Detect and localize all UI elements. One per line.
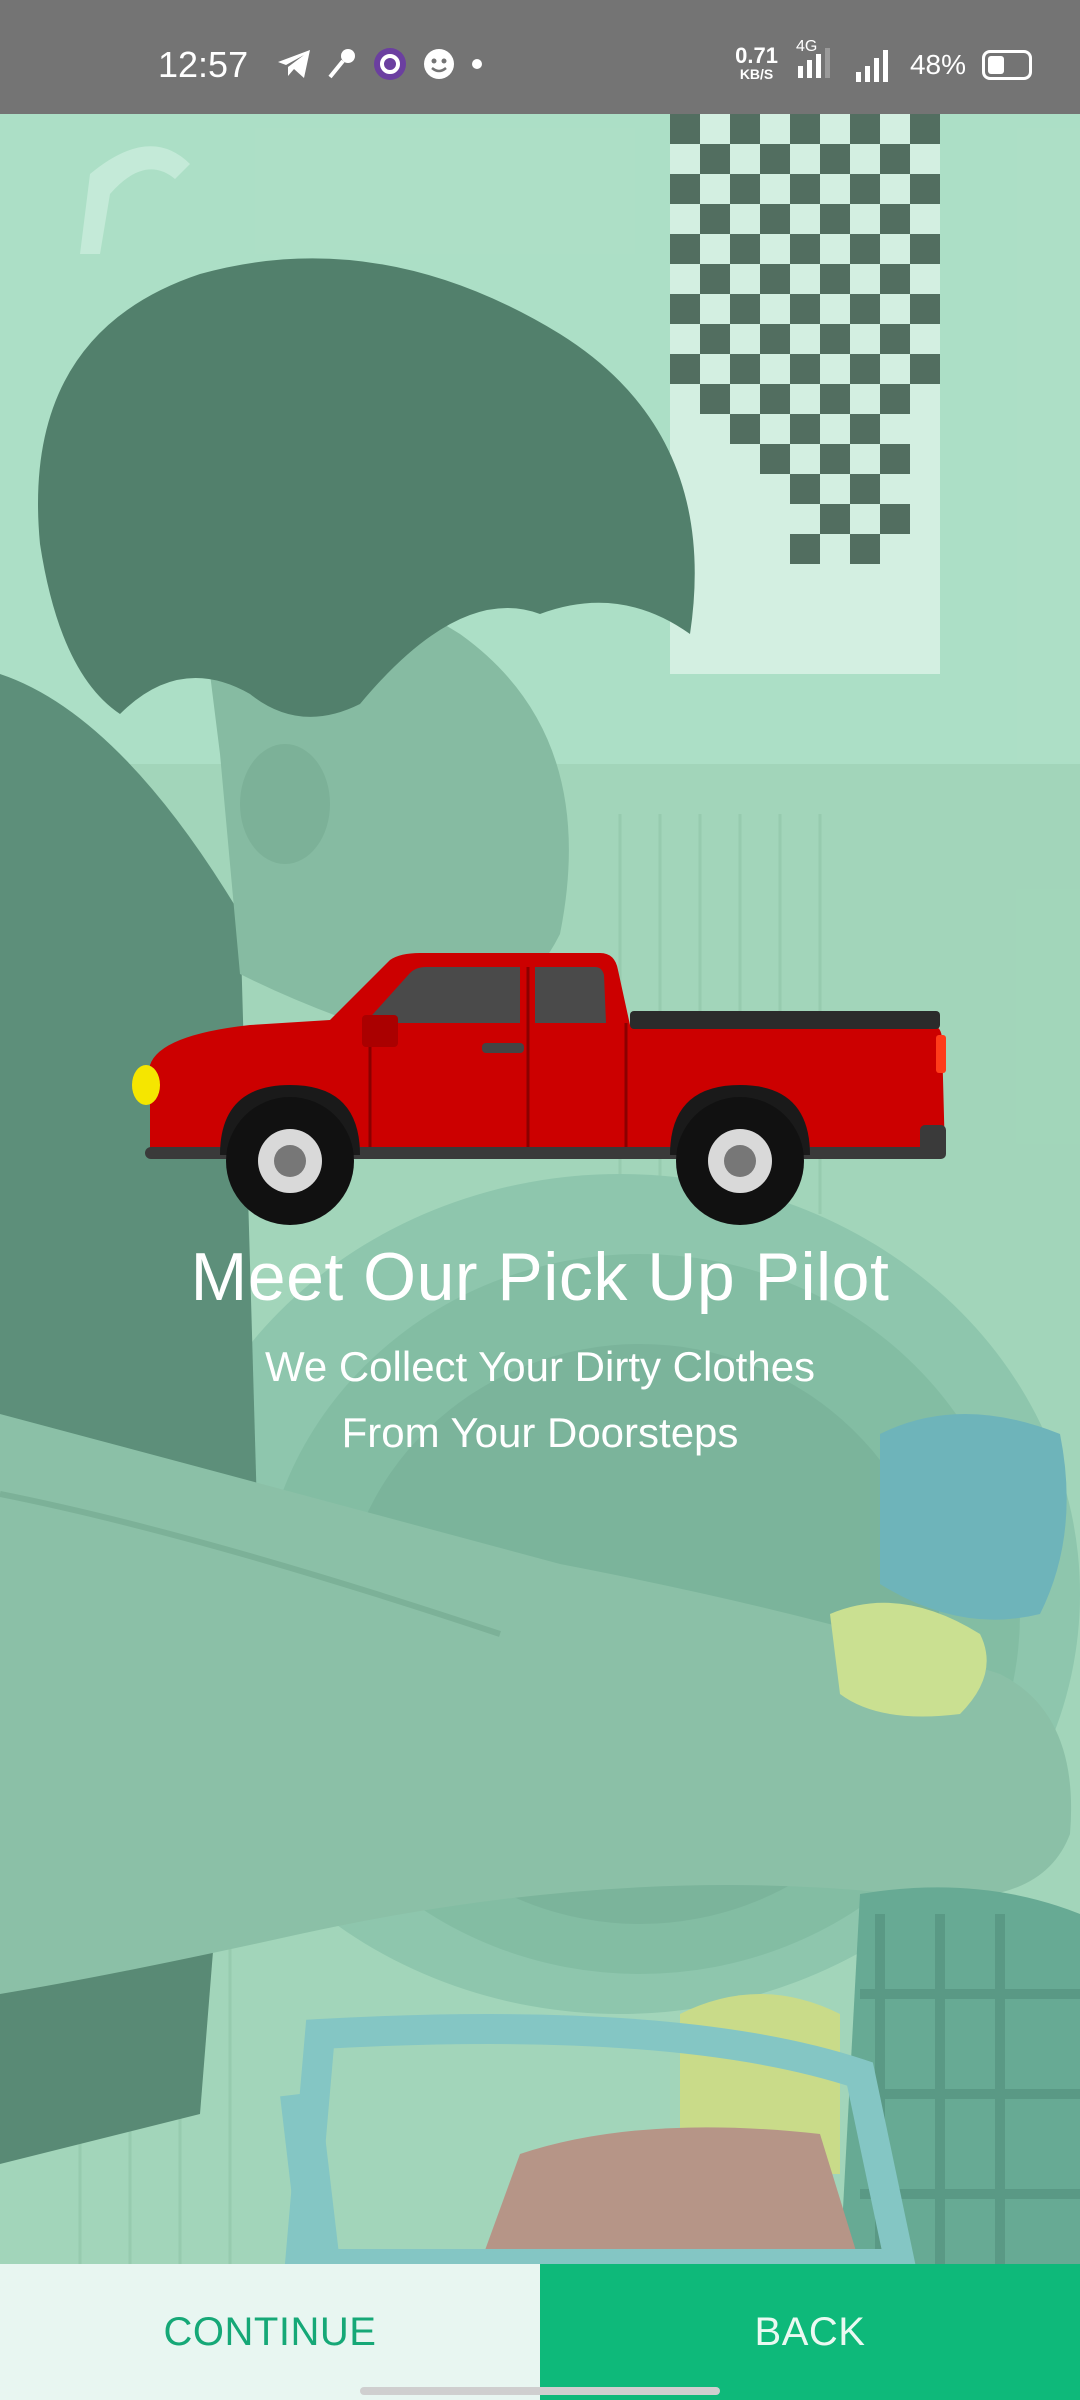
telegram-icon bbox=[278, 50, 310, 78]
gesture-nav-bar[interactable] bbox=[360, 2387, 720, 2395]
battery-icon bbox=[982, 49, 1032, 80]
mic-icon bbox=[328, 49, 355, 79]
status-bar: 12:57 0.71 KB/S 4G 48% bbox=[0, 0, 1080, 114]
back-button[interactable]: BACK bbox=[540, 2264, 1080, 2400]
onboarding-title: Meet Our Pick Up Pilot bbox=[190, 1239, 890, 1315]
continue-button[interactable]: CONTINUE bbox=[0, 2264, 540, 2400]
network-speed-unit: KB/S bbox=[739, 65, 774, 82]
subtitle-line-1: We Collect Your Dirty Clothes bbox=[264, 1343, 816, 1390]
battery-percent: 48% bbox=[909, 48, 966, 80]
app-circle-icon bbox=[374, 48, 406, 80]
network-type-label: 4G bbox=[795, 38, 818, 55]
network-speed: 0.71 KB/S bbox=[735, 42, 778, 83]
more-dot-icon bbox=[472, 59, 482, 69]
face-icon bbox=[424, 49, 454, 79]
onboarding-subtitle: We Collect Your Dirty Clothes From Your … bbox=[0, 1334, 1080, 1466]
network-speed-value: 0.71 bbox=[735, 42, 778, 68]
system-icons: 0.71 KB/S 4G 48% bbox=[735, 38, 1032, 85]
wheel-front bbox=[226, 1097, 354, 1225]
signal-4g: 4G bbox=[794, 38, 838, 85]
subtitle-line-2: From Your Doorsteps bbox=[341, 1409, 739, 1456]
pickup-truck-icon bbox=[132, 953, 946, 1225]
notification-icons bbox=[276, 46, 484, 82]
status-time: 12:57 bbox=[158, 44, 249, 85]
signal-icon-2 bbox=[855, 49, 888, 82]
wheel-rear bbox=[676, 1097, 804, 1225]
